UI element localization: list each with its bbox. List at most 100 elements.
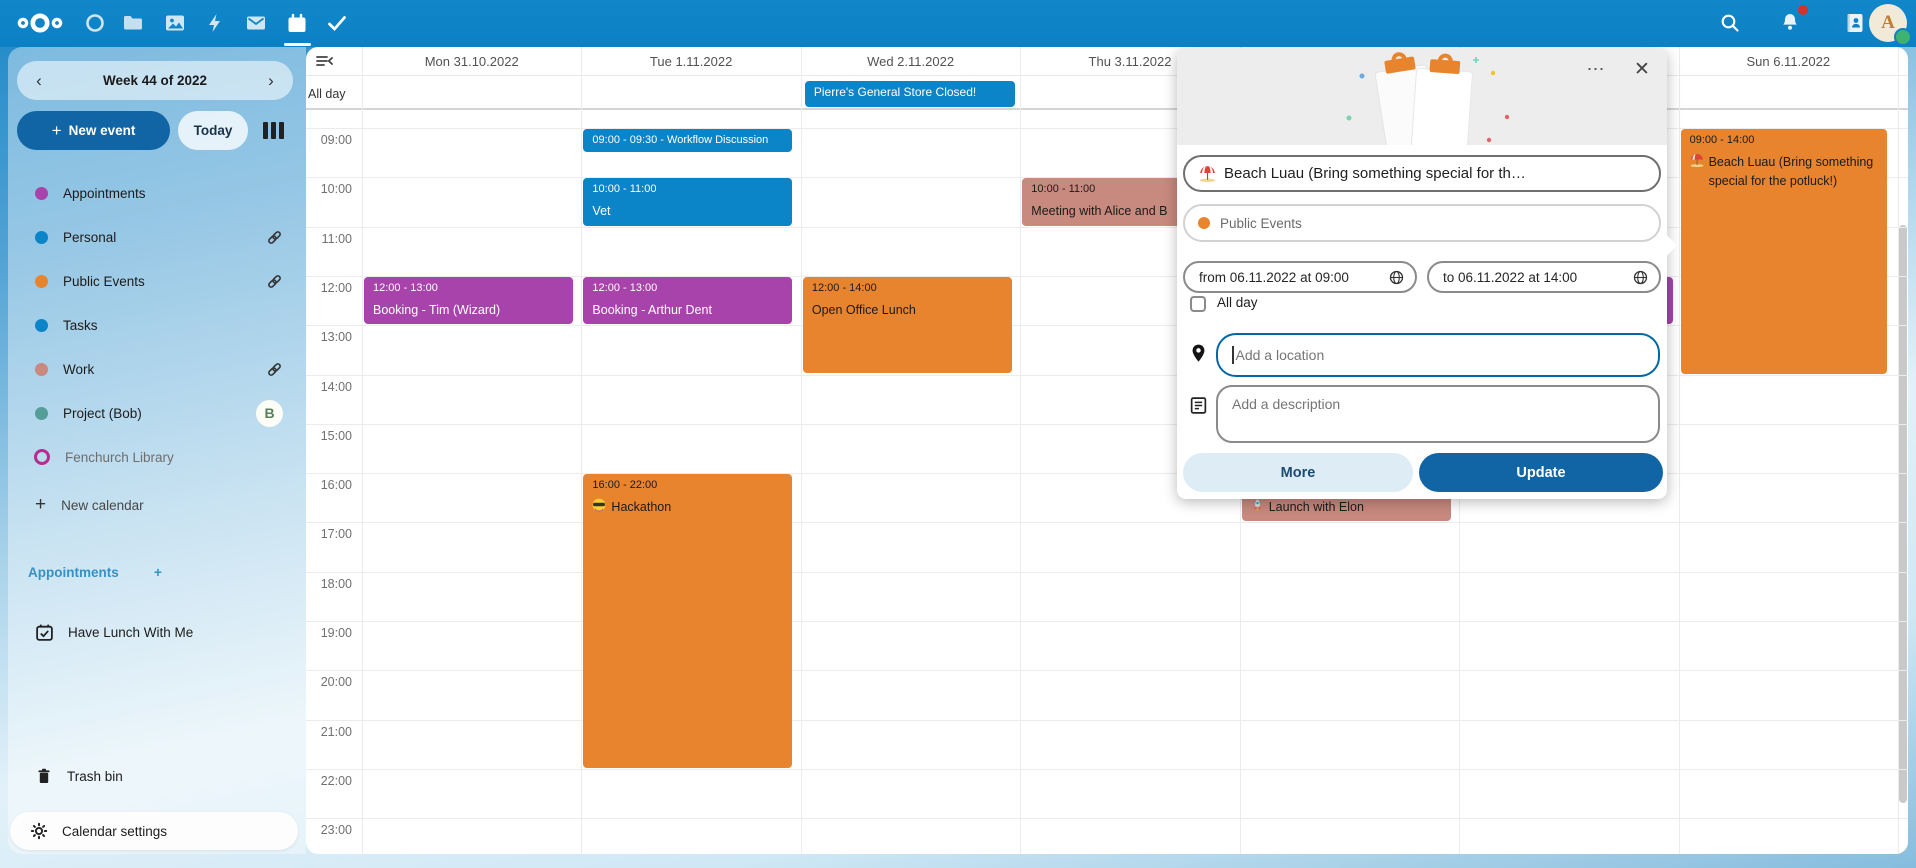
calendar-event[interactable]: 10:00 - 11:00Vet	[583, 178, 792, 225]
share-link-icon[interactable]	[266, 361, 283, 378]
hour-gridline	[306, 621, 1908, 622]
calendar-list-item[interactable]: Project (Bob)B	[17, 392, 297, 434]
location-input[interactable]: Add a location	[1216, 333, 1660, 377]
calendar-name: Public Events	[63, 274, 266, 289]
new-calendar-button[interactable]: + New calendar	[17, 484, 297, 526]
calendar-event[interactable]: 12:00 - 13:00Booking - Tim (Wizard)	[364, 277, 573, 324]
all-day-event[interactable]: Pierre's General Store Closed!	[805, 81, 1015, 107]
share-link-icon[interactable]	[266, 229, 283, 246]
grid-column-line	[1679, 47, 1680, 854]
hour-gridline	[306, 572, 1908, 573]
event-title: Vet	[592, 202, 783, 221]
calendar-list-item[interactable]: Work	[17, 348, 297, 390]
calendar-settings-button[interactable]: Calendar settings	[10, 812, 298, 850]
vertical-scrollbar[interactable]	[1899, 225, 1907, 803]
day-header: Wed 2.11.2022	[801, 50, 1020, 72]
collapse-allday-icon[interactable]	[314, 52, 334, 70]
time-label: 18:00	[306, 577, 352, 591]
hour-gridline	[306, 522, 1908, 523]
today-button[interactable]: Today	[178, 111, 248, 150]
notifications-bell-icon[interactable]	[1775, 8, 1805, 38]
hour-gridline	[306, 818, 1908, 819]
time-label: 14:00	[306, 380, 352, 394]
calendar-name: Appointments	[63, 186, 297, 201]
event-title: Beach Luau (Bring something special for …	[1690, 153, 1878, 192]
mail-icon[interactable]	[241, 8, 271, 38]
event-time: 16:00 - 22:00	[592, 479, 783, 491]
activity-icon[interactable]	[200, 8, 230, 38]
calendar-select[interactable]: Public Events	[1183, 204, 1661, 242]
description-input[interactable]: Add a description	[1216, 385, 1660, 443]
chevron-right-icon[interactable]: ›	[259, 71, 283, 91]
view-columns-icon[interactable]	[260, 118, 286, 142]
calendar-dot-icon[interactable]	[35, 319, 48, 332]
event-time: 12:00 - 14:00	[812, 282, 1003, 294]
calendar-dot-icon[interactable]	[35, 363, 48, 376]
all-day-label: All day	[308, 87, 358, 101]
timezone-globe-icon[interactable]	[1633, 270, 1648, 285]
calendar-dot-icon[interactable]	[35, 231, 48, 244]
event-title-input[interactable]: Beach Luau (Bring something special for …	[1183, 155, 1661, 192]
photos-icon[interactable]	[160, 8, 190, 38]
sunglasses-emoji	[592, 498, 606, 518]
calendar-event[interactable]: 12:00 - 13:00Booking - Arthur Dent	[583, 277, 792, 324]
search-icon[interactable]	[1715, 8, 1745, 38]
event-time: 12:00 - 13:00	[592, 282, 783, 294]
calendar-dot-icon[interactable]	[35, 407, 48, 420]
time-label: 16:00	[306, 478, 352, 492]
week-switcher-label: Week 44 of 2022	[103, 73, 207, 88]
calendar-event[interactable]: 09:00 - 14:00Beach Luau (Bring something…	[1681, 129, 1887, 374]
all-day-checkbox[interactable]	[1190, 296, 1206, 312]
calendar-dot-icon[interactable]	[35, 187, 48, 200]
calendar-dot-icon[interactable]	[35, 275, 48, 288]
calendar-list-item[interactable]: Personal	[17, 216, 297, 258]
appointment-item-have-lunch-with-me[interactable]: Have Lunch With Me	[17, 611, 297, 653]
calendar-list-item[interactable]: Appointments	[17, 172, 297, 214]
calendar-ring-icon[interactable]	[34, 449, 50, 465]
trash-bin[interactable]: Trash bin	[17, 755, 297, 797]
calendar-event[interactable]: 09:00 - 09:30 - Workflow Discussion	[583, 129, 792, 152]
grid-column-line	[1020, 47, 1021, 854]
contacts-icon[interactable]	[1840, 8, 1870, 38]
files-icon[interactable]	[118, 8, 148, 38]
to-datetime-input[interactable]: to 06.11.2022 at 14:00	[1427, 261, 1661, 293]
plus-icon: +	[35, 494, 46, 516]
day-header: Mon 31.10.2022	[362, 50, 581, 72]
all-day-checkbox-label: All day	[1217, 295, 1258, 310]
more-horizontal-icon[interactable]: ⋯	[1581, 54, 1611, 84]
share-link-icon[interactable]	[266, 273, 283, 290]
time-label: 19:00	[306, 626, 352, 640]
location-placeholder: Add a location	[1236, 347, 1325, 363]
hour-gridline	[306, 670, 1908, 671]
add-appointment-icon[interactable]: +	[154, 565, 280, 580]
user-status-dot	[1894, 28, 1912, 46]
timezone-globe-icon[interactable]	[1389, 270, 1404, 285]
chevron-left-icon[interactable]: ‹	[27, 71, 51, 91]
grid-column-line	[581, 47, 582, 854]
calendar-name: Personal	[63, 230, 266, 245]
sidebar: ‹ Week 44 of 2022 › + New event Today Ap…	[8, 47, 306, 854]
beach-umbrella-emoji	[1690, 153, 1704, 173]
circle-app-icon[interactable]	[80, 8, 110, 38]
close-icon[interactable]: ✕	[1627, 54, 1657, 84]
new-event-button[interactable]: + New event	[17, 111, 170, 150]
divider	[306, 75, 1908, 76]
calendar-event[interactable]: 16:00 - 22:00Hackathon	[583, 474, 792, 768]
more-button[interactable]: More	[1183, 453, 1413, 492]
active-app-indicator	[284, 43, 311, 46]
nextcloud-calendar-app: A ‹ Week 44 of 2022 › + New event Today …	[0, 0, 1916, 868]
calendar-event[interactable]: 12:00 - 14:00Open Office Lunch	[803, 277, 1012, 374]
calendar-list-item[interactable]: Fenchurch Library	[17, 436, 297, 478]
nextcloud-logo[interactable]	[14, 8, 66, 38]
grid-column-line	[1898, 47, 1899, 854]
calendar-list-item[interactable]: Public Events	[17, 260, 297, 302]
update-button[interactable]: Update	[1419, 453, 1663, 492]
calendar-app-icon[interactable]	[282, 8, 312, 38]
time-label: 10:00	[306, 182, 352, 196]
calendar-list-item[interactable]: Tasks	[17, 304, 297, 346]
week-switcher: ‹ Week 44 of 2022 ›	[17, 61, 293, 100]
from-datetime-input[interactable]: from 06.11.2022 at 09:00	[1183, 261, 1417, 293]
rocket-emoji	[1251, 498, 1264, 518]
hour-gridline	[306, 473, 1908, 474]
tasks-icon[interactable]	[322, 8, 352, 38]
